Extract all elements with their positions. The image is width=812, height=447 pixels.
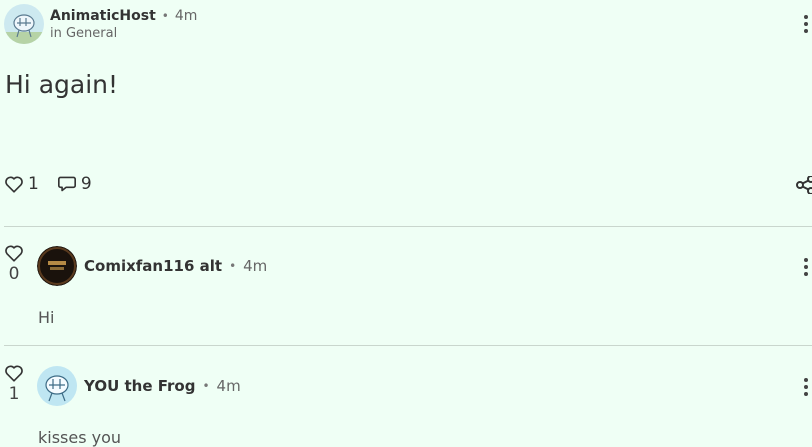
heart-icon[interactable] <box>4 364 24 382</box>
comment-body: kisses you <box>38 428 122 447</box>
comment-icon <box>57 176 76 192</box>
like-button[interactable]: 1 <box>4 174 39 194</box>
post-header: AnimaticHost • 4m in General <box>4 4 197 44</box>
comment-button[interactable]: 9 <box>57 174 92 194</box>
post-time: 4m <box>174 7 198 24</box>
share-button[interactable] <box>795 175 812 198</box>
heart-icon[interactable] <box>4 244 24 262</box>
comment-count: 9 <box>80 174 92 194</box>
comment-body: Hi <box>38 308 55 327</box>
comment-author-name[interactable]: Comixfan116 alt <box>84 257 222 275</box>
share-icon <box>796 175 812 195</box>
author-avatar[interactable] <box>4 4 44 44</box>
comment-header: Comixfan116 alt • 4m <box>37 246 267 286</box>
meta-separator: • <box>202 379 210 393</box>
comment-more-icon[interactable] <box>802 258 810 276</box>
heart-icon <box>5 176 23 193</box>
comment-vote: 1 <box>4 364 24 404</box>
comment-vote: 0 <box>4 244 24 284</box>
divider <box>4 345 812 346</box>
comment-author-name[interactable]: YOU the Frog <box>84 377 195 395</box>
post-category[interactable]: in General <box>50 27 197 40</box>
comment-vote-count: 0 <box>8 264 20 284</box>
comment-vote-count: 1 <box>8 384 20 404</box>
comment-time: 4m <box>243 257 268 275</box>
like-count: 1 <box>28 174 39 194</box>
post-body: Hi again! <box>5 70 119 99</box>
comment-avatar[interactable] <box>37 246 77 286</box>
comment-time: 4m <box>216 377 241 395</box>
meta-separator: • <box>161 8 169 23</box>
comment-avatar[interactable] <box>37 366 77 406</box>
post-actions: 1 9 <box>4 174 110 194</box>
post-author-name[interactable]: AnimaticHost <box>50 9 156 23</box>
page: AnimaticHost • 4m in General Hi again! 1… <box>0 0 812 447</box>
post-more-icon[interactable] <box>802 15 810 33</box>
comment-more-icon[interactable] <box>802 378 810 396</box>
meta-separator: • <box>229 259 237 273</box>
comment-header: YOU the Frog • 4m <box>37 366 241 406</box>
divider <box>4 226 812 227</box>
